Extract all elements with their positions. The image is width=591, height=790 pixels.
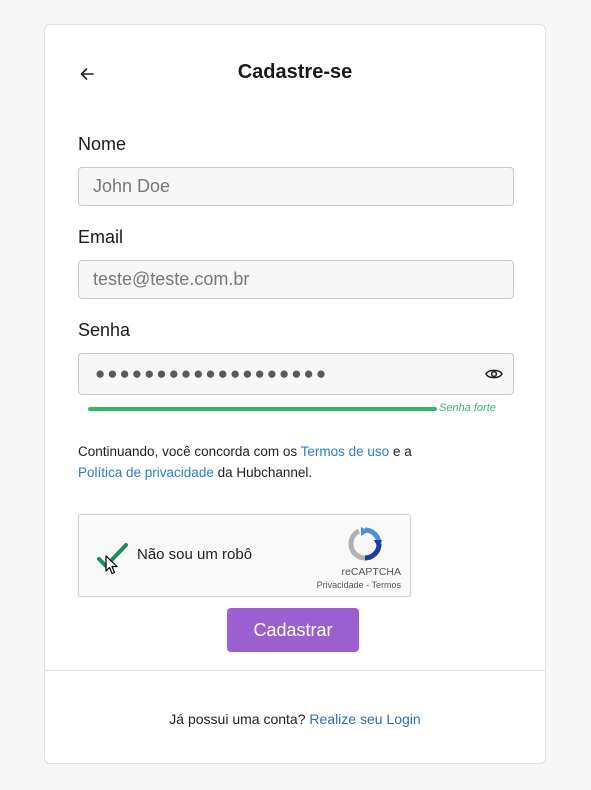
- footer: Já possui uma conta? Realize seu Login: [45, 711, 545, 727]
- login-link[interactable]: Realize seu Login: [309, 711, 420, 727]
- divider: [45, 670, 545, 671]
- terms-of-use-link[interactable]: Termos de uso: [301, 444, 390, 459]
- eye-icon[interactable]: [483, 363, 505, 385]
- terms-text: Continuando, você concorda com os Termos…: [78, 441, 438, 483]
- terms-suffix: da Hubchannel.: [213, 465, 313, 480]
- recaptcha-logo-icon: [347, 526, 383, 562]
- footer-question: Já possui uma conta?: [169, 711, 310, 727]
- signup-card: Cadastre-se Nome Email Senha ●●●●●●●●●●●…: [44, 24, 546, 764]
- recaptcha-terms-link[interactable]: Termos: [371, 580, 401, 590]
- recaptcha-brand: reCAPTCHA: [341, 566, 401, 578]
- email-label: Email: [78, 227, 124, 247]
- password-input[interactable]: ●●●●●●●●●●●●●●●●●●●: [78, 353, 514, 395]
- recaptcha-privacy-link[interactable]: Privacidade: [317, 580, 364, 590]
- terms-middle: e a: [389, 444, 412, 459]
- page-title: Cadastre-se: [237, 61, 353, 83]
- recaptcha-links: Privacidade - Termos: [279, 580, 401, 590]
- recaptcha-label: Não sou um robô: [137, 546, 253, 563]
- name-label: Nome: [78, 134, 127, 154]
- mouse-cursor-icon: [105, 555, 118, 575]
- email-input[interactable]: [78, 260, 514, 299]
- submit-button[interactable]: Cadastrar: [227, 608, 359, 652]
- recaptcha-checkbox[interactable]: [95, 539, 131, 575]
- password-label: Senha: [78, 320, 131, 340]
- name-input[interactable]: [78, 167, 514, 206]
- recaptcha-widget: Não sou um robô reCAPTCHA Privacidade - …: [78, 514, 411, 597]
- password-strength-bar: [88, 407, 437, 411]
- password-masked-value: ●●●●●●●●●●●●●●●●●●●: [95, 364, 329, 383]
- privacy-policy-link[interactable]: Política de privacidade: [78, 465, 214, 480]
- password-strength-label: Senha forte: [439, 402, 496, 414]
- terms-prefix: Continuando, você concorda com os: [78, 444, 301, 459]
